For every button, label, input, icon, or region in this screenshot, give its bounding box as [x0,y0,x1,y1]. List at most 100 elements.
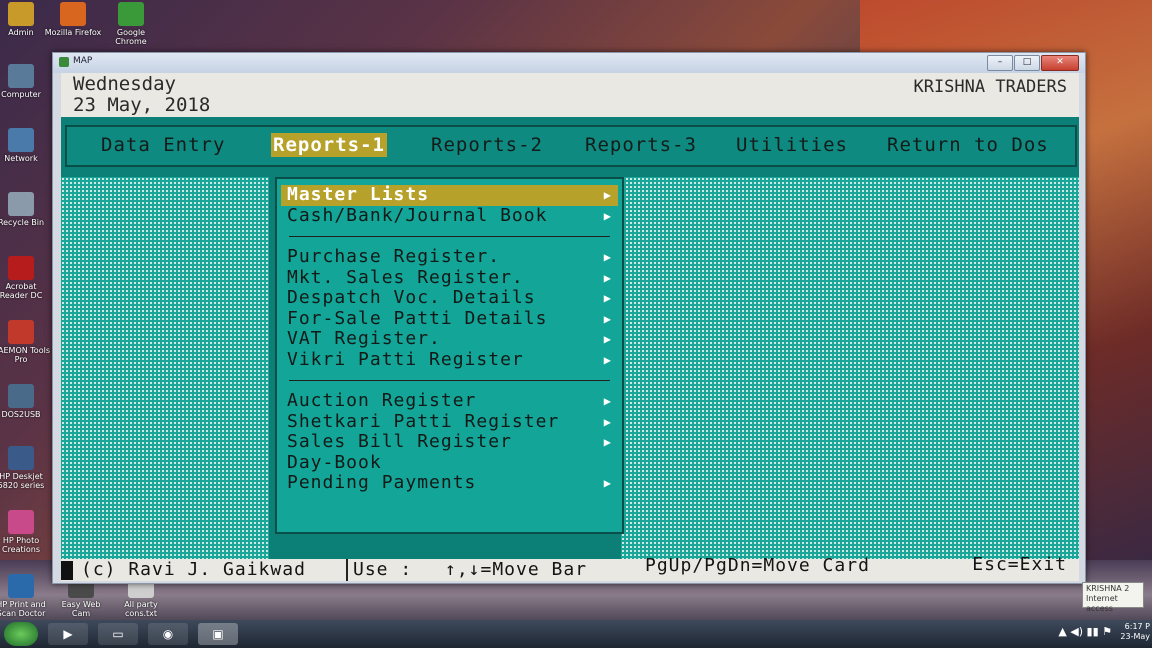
dropdown-item-label: Purchase Register. [287,246,501,267]
main-menu-bar: Data Entry Reports-1 Reports-2 Reports-3… [65,125,1077,167]
dropdown-item[interactable]: Sales Bill Register ▶ [285,432,618,453]
dropdown-item-label: Vikri Patti Register [287,348,524,370]
status-bar: (c) Ravi J. Gaikwad Use : ↑,↓=Move Bar P… [61,554,1079,581]
desktop-icon[interactable]: HP Print and Scan Doctor [0,574,50,618]
acrobat-icon [8,256,34,280]
desktop-icon-label: DAEMON Tools Pro [0,346,50,364]
dropdown-item[interactable]: Master Lists ▶ [281,185,618,206]
map-window: MAP – □ ✕ Wednesday 23 May, 2018 KRISHNA… [52,52,1086,584]
dropdown-item-label: Master Lists [287,184,430,205]
recycle-bin-icon [8,192,34,216]
menu-utilities[interactable]: Utilities [734,133,850,157]
company-name: KRISHNA TRADERS [913,77,1067,97]
desktop-icon[interactable]: DOS2USB [0,384,50,419]
dropdown-item[interactable]: For-Sale Patti Details ▶ [285,307,618,330]
tooltip-title: KRISHNA 2 [1086,584,1130,593]
dropdown-item[interactable]: Vikri Patti Register ▶ [285,348,618,371]
reports-1-dropdown: Master Lists ▶ Cash/Bank/Journal Book ▶ Pur… [275,177,624,534]
desktop-icon[interactable]: Google Chrome [102,2,160,46]
status-divider [346,559,351,581]
desktop-icon[interactable]: Acrobat Reader DC [0,256,50,300]
close-button[interactable]: ✕ [1041,55,1079,71]
system-tray[interactable]: ▲ ◀) ▮▮ ⚑ [1058,625,1112,638]
menu-reports-1[interactable]: Reports-1 [271,133,387,157]
desktop-icon[interactable]: Recycle Bin [0,192,50,227]
hp-photo-icon [8,510,34,534]
window-titlebar[interactable]: MAP – □ ✕ [53,53,1085,73]
desktop-icon[interactable]: Network [0,128,50,163]
desktop-icon-label: Computer [1,90,41,99]
dropdown-item-label: Cash/Bank/Journal Book [287,204,548,226]
desktop-icon[interactable]: Mozilla Firefox [44,2,102,37]
printer-icon [8,384,34,408]
network-icon [8,128,34,152]
menu-separator [289,380,610,381]
background-pattern-left [61,177,269,561]
dropdown-item[interactable]: Purchase Register. ▶ [285,247,618,268]
clock-date: 23-May [1120,632,1150,641]
daemon-tools-icon [8,320,34,344]
submenu-arrow-icon: ▶ [603,270,612,285]
menu-reports-2[interactable]: Reports-2 [429,133,545,157]
submenu-arrow-icon: ▶ [603,476,612,490]
console-taskbar-icon[interactable]: ▣ [198,623,238,645]
desktop-icon-label: Admin [8,28,34,37]
header-day: Wednesday [73,73,176,95]
desktop-icon[interactable]: HP Photo Creations [0,510,50,554]
desktop-icon-label: Acrobat Reader DC [0,282,43,300]
submenu-arrow-icon: ▶ [603,291,612,305]
background-pattern-right [621,177,1079,561]
hp-doctor-icon [8,574,34,598]
desktop-icon-label: HP Deskjet 5820 series [0,472,45,490]
submenu-arrow-icon: ▶ [603,250,612,264]
dropdown-item[interactable]: VAT Register. ▶ [285,329,618,350]
dropdown-item[interactable]: Despatch Voc. Details ▶ [285,288,618,309]
dropdown-item-label: Shetkari Patti Register [287,410,560,432]
media-player-icon[interactable]: ▶ [48,623,88,645]
dropdown-item[interactable]: Mkt. Sales Register. ▶ [285,267,618,289]
maximize-button[interactable]: □ [1014,55,1040,71]
desktop-icon-label: HP Photo Creations [1,536,40,554]
desktop-icon-label: Google Chrome [115,28,147,46]
submenu-arrow-icon: ▶ [603,208,612,223]
desktop-icon[interactable]: HP Deskjet 5820 series [0,446,50,490]
status-move-card-hint: PgUp/PgDn=Move Card [645,555,870,576]
dropdown-item-label: Day-Book [287,451,382,473]
file-explorer-icon[interactable]: ▭ [98,623,138,645]
menu-return-to-dos[interactable]: Return to Dos [885,133,1051,157]
dropdown-item[interactable]: Day-Book [285,451,618,474]
status-use-label: Use : [353,559,413,580]
firefox-icon [60,2,86,26]
dropdown-item[interactable]: Auction Register ▶ [285,391,618,412]
computer-icon [8,64,34,88]
submenu-arrow-icon: ▶ [603,188,612,202]
submenu-arrow-icon: ▶ [603,332,612,346]
submenu-arrow-icon: ▶ [603,414,612,429]
desktop-icon[interactable]: DAEMON Tools Pro [0,320,50,364]
taskbar-clock[interactable]: 6:17 P 23-May [1120,622,1150,642]
taskbar: ▶ ▭ ◉ ▣ ▲ ◀) ▮▮ ⚑ 6:17 P 23-May [0,620,1152,648]
dropdown-item[interactable]: Shetkari Patti Register ▶ [285,410,618,433]
status-move-bar-hint: ↑,↓=Move Bar [445,559,588,580]
dropdown-item-label: Auction Register [287,390,477,411]
chrome-taskbar-icon[interactable]: ◉ [148,623,188,645]
chrome-icon [118,2,144,26]
desktop-icon[interactable]: Admin [0,2,50,37]
dropdown-item[interactable]: Cash/Bank/Journal Book ▶ [285,204,618,227]
desktop-icon-label: All party cons.txt [124,600,158,618]
desktop-icon-label: Easy Web Cam [61,600,101,618]
desktop-icon[interactable]: Computer [0,64,50,99]
start-button[interactable] [4,622,38,646]
dropdown-item-label: For-Sale Patti Details [287,307,548,329]
desktop-icon-label: Recycle Bin [0,218,45,227]
user-folder-icon [8,2,34,26]
dropdown-item[interactable]: Pending Payments ▶ [285,473,618,494]
menu-reports-3[interactable]: Reports-3 [583,133,699,157]
menu-data-entry[interactable]: Data Entry [99,133,227,157]
dropdown-item-label: Sales Bill Register [287,431,512,452]
minimize-button[interactable]: – [987,55,1013,71]
header-date: 23 May, 2018 [73,94,211,116]
dropdown-item-label: Pending Payments [287,472,477,493]
dropdown-item-label: VAT Register. [287,328,441,349]
clock-time: 6:17 P [1124,622,1150,631]
